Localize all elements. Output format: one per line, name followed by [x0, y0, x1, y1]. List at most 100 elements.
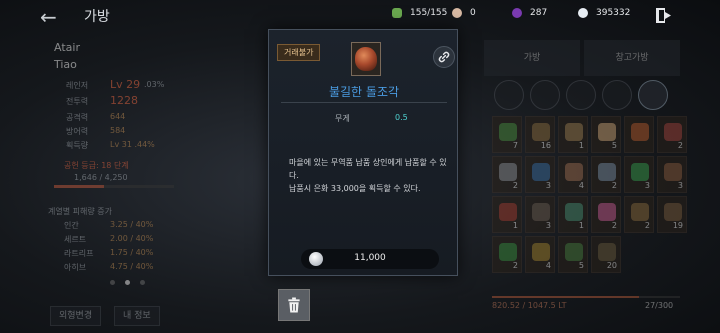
inventory-slot[interactable]: 4 [558, 156, 588, 193]
untradeable-badge: 거래불가 [277, 44, 321, 61]
item-quantity: 1 [512, 221, 518, 230]
inventory-slot[interactable]: 3 [624, 156, 654, 193]
divider [281, 102, 447, 103]
link-icon[interactable] [433, 46, 455, 68]
inventory-slot[interactable]: 2 [492, 156, 522, 193]
inventory-slot[interactable] [624, 116, 654, 153]
item-quantity: 16 [540, 141, 551, 150]
category-misc[interactable] [638, 80, 668, 110]
category-potion[interactable] [602, 80, 632, 110]
stat-label: 전투력 [66, 97, 89, 106]
item-quantity: 2 [611, 221, 617, 230]
inventory-slot[interactable]: 5 [591, 116, 621, 153]
item-quantity: 5 [611, 141, 617, 150]
inventory-slot[interactable]: 5 [558, 236, 588, 273]
item-icon [565, 163, 583, 181]
silver-count: 395332 [578, 8, 630, 18]
stat-value: 1228 [110, 94, 138, 107]
tab-storage[interactable]: 창고가방 [584, 40, 680, 76]
contribution-grade: 공헌 등급: 18 단계 [64, 161, 129, 170]
item-icon [499, 163, 517, 181]
description-line: 납품시 은화 33,000을 획득할 수 있다. [289, 184, 421, 193]
stat-label: 공격력 [66, 113, 89, 122]
item-icon [532, 163, 550, 181]
item-icon [565, 243, 583, 261]
item-quantity: 4 [545, 261, 551, 270]
item-quantity: 3 [545, 221, 551, 230]
coin-icon [452, 8, 462, 18]
item-icon [532, 243, 550, 261]
item-icon [565, 123, 583, 141]
item-icon [532, 123, 550, 141]
page-indicator [110, 280, 145, 285]
item-icon [664, 163, 682, 181]
page-dot [110, 280, 115, 285]
item-icon [664, 123, 682, 141]
inventory-slot[interactable]: 1 [492, 196, 522, 233]
level-pct: .03% [144, 80, 165, 89]
purple-gem-count: 287 [512, 8, 547, 18]
bag-icon [392, 8, 402, 18]
item-quantity: 19 [672, 221, 683, 230]
item-quantity: 3 [644, 181, 650, 190]
stat-value: 584 [110, 126, 126, 135]
inventory-slot[interactable]: 2 [657, 116, 687, 153]
character-name: Tiao [54, 58, 77, 71]
damage-label: 인간 [64, 221, 79, 230]
damage-label: 세르트 [64, 235, 87, 244]
stat-value: Lv 31 .44% [110, 140, 155, 149]
item-icon [565, 203, 583, 221]
item-quantity: 7 [512, 141, 518, 150]
inventory-slot[interactable]: 3 [657, 156, 687, 193]
inventory-slot[interactable]: 7 [492, 116, 522, 153]
inventory-slot[interactable]: 2 [492, 236, 522, 273]
item-quantity: 20 [606, 261, 617, 270]
top-bar: ← 가방 155/155 0 287 395332 [0, 0, 720, 30]
item-icon [631, 123, 649, 141]
my-info-button[interactable]: 내 정보 [114, 306, 160, 326]
stat-value: 644 [110, 112, 126, 121]
exit-icon[interactable] [655, 7, 672, 24]
contribution-bar-fill [54, 185, 105, 188]
inventory-slot[interactable]: 1 [558, 196, 588, 233]
damage-label: 아히브 [64, 263, 87, 272]
item-quantity: 2 [512, 181, 518, 190]
damage-value: 2.00 / 40% [110, 234, 154, 243]
inventory-slot[interactable]: 2 [624, 196, 654, 233]
item-icon [598, 203, 616, 221]
tab-bag[interactable]: 가방 [484, 40, 580, 76]
page-dot [140, 280, 145, 285]
inventory-slot[interactable]: 2 [591, 196, 621, 233]
item-icon [499, 203, 517, 221]
description-line: 마을에 있는 무역품 납품 상인에게 납품할 수 있다. [289, 158, 447, 180]
item-description: 마을에 있는 무역품 납품 상인에게 납품할 수 있다. 납품시 은화 33,0… [289, 156, 453, 195]
appearance-button[interactable]: 외형변경 [50, 306, 102, 326]
category-accessory[interactable] [566, 80, 596, 110]
category-weapon[interactable] [494, 80, 524, 110]
inventory-slot[interactable]: 1 [558, 116, 588, 153]
weight-bar [492, 296, 680, 298]
inventory-screen: ← 가방 155/155 0 287 395332 Atair Tiao 레인저… [0, 0, 720, 333]
inventory-slot[interactable]: 19 [657, 196, 687, 233]
item-quantity: 4 [578, 181, 584, 190]
contribution-progress: 1,646 / 4,250 [74, 173, 128, 182]
inventory-slot[interactable]: 4 [525, 236, 555, 273]
back-arrow-icon[interactable]: ← [40, 5, 57, 29]
trash-icon[interactable] [278, 289, 310, 321]
stat-label: 획득량 [66, 141, 89, 150]
inventory-panel: 가방 창고가방 7 16 1 5 2 2 3 4 2 3 3 1 3 1 2 2 19 2 4 5 20 820.52 … [480, 38, 687, 333]
inventory-slot[interactable]: 16 [525, 116, 555, 153]
item-icon [631, 163, 649, 181]
item-icon [598, 123, 616, 141]
inventory-slot[interactable]: 3 [525, 156, 555, 193]
slot-capacity: 27/300 [645, 301, 674, 310]
item-quantity: 1 [578, 141, 584, 150]
inventory-slot[interactable]: 20 [591, 236, 621, 273]
item-quantity: 3 [545, 181, 551, 190]
inventory-count: 155/155 [392, 8, 447, 18]
inventory-slot[interactable]: 3 [525, 196, 555, 233]
weight-value: 0.5 [395, 113, 408, 122]
inventory-slot[interactable]: 2 [591, 156, 621, 193]
category-armor[interactable] [530, 80, 560, 110]
silver-coin-count: 0 [452, 8, 476, 18]
